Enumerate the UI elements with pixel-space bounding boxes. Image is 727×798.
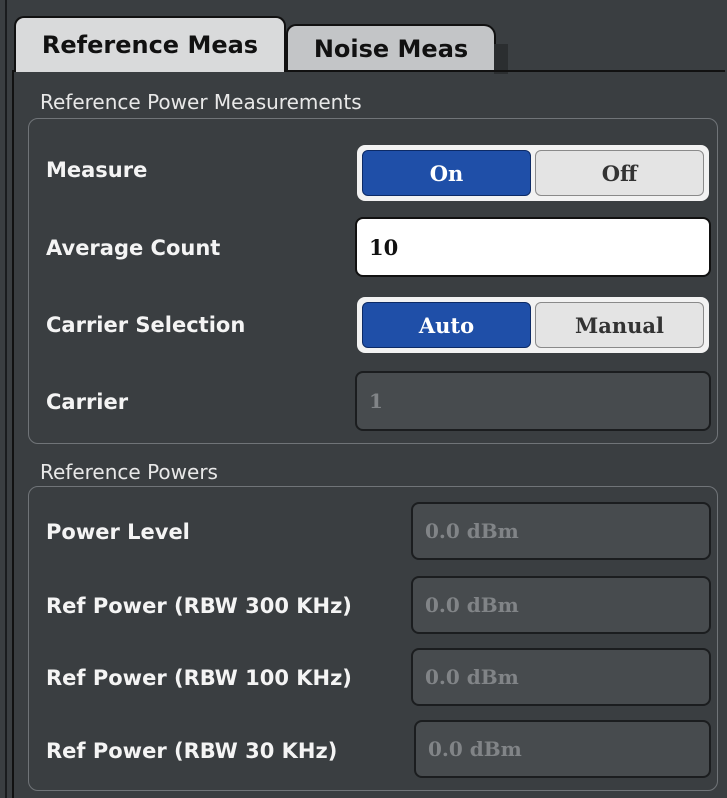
tab-reference-meas[interactable]: Reference Meas <box>14 16 286 72</box>
tab-panel-border <box>12 70 725 798</box>
dialog-left-edge <box>5 0 7 798</box>
dialog-frame: Reference Meas Noise Meas Reference Powe… <box>0 0 727 798</box>
tab-noise-meas[interactable]: Noise Meas <box>286 24 508 74</box>
tab-label: Reference Meas <box>41 31 259 59</box>
tab-label: Noise Meas <box>313 35 469 63</box>
